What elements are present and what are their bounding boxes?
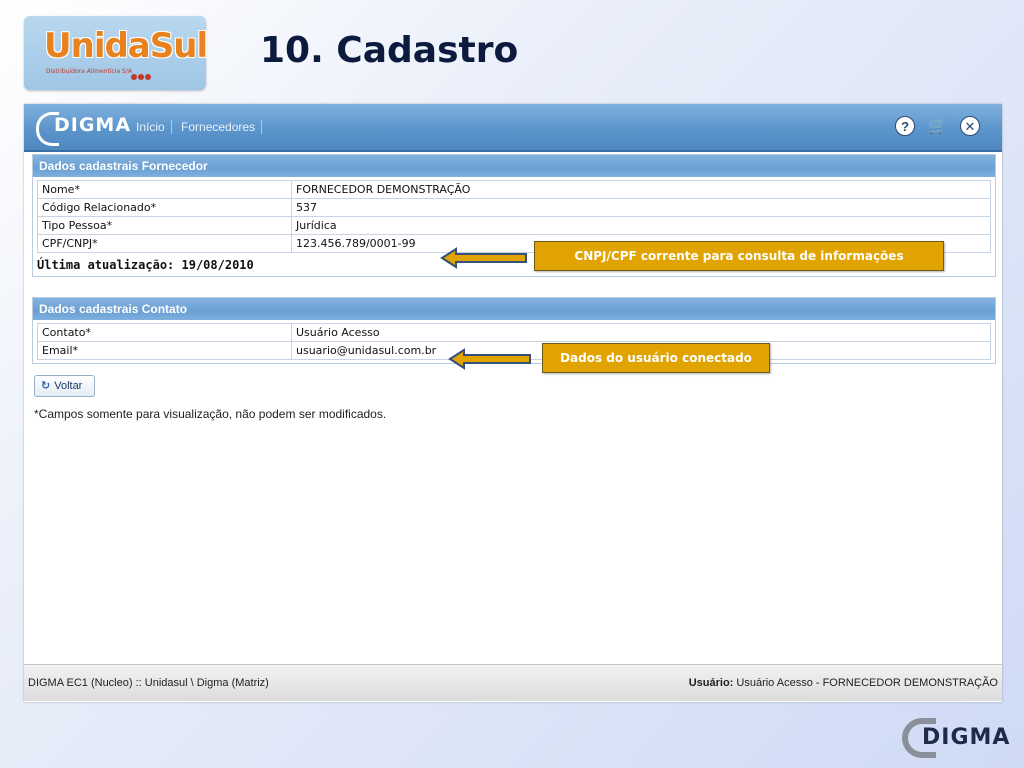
logo-dots: [131, 67, 152, 85]
arrow-left-icon: [440, 247, 527, 269]
table-row: Tipo Pessoa* Jurídica: [37, 216, 991, 235]
field-label-email: Email*: [37, 341, 292, 360]
digma-brand[interactable]: DIGMA: [38, 114, 131, 140]
app-window: DIGMA Início Fornecedores ? 🛒 ✕ Dados ca…: [24, 104, 1002, 702]
nav-menu: Início Fornecedores: [130, 120, 263, 134]
callout-user: Dados do usuário conectado: [542, 343, 770, 373]
slide-title: 10. Cadastro: [260, 30, 519, 71]
back-button[interactable]: ↻ Voltar: [34, 375, 96, 397]
status-system-info: DIGMA EC1 (Nucleo) :: Unidasul \ Digma (…: [28, 677, 269, 689]
unidasul-logo: UnidaSul Distribuidora Alimentícia S/A: [24, 16, 208, 90]
field-label-cpf-cnpj: CPF/CNPJ*: [37, 234, 292, 253]
top-navbar: DIGMA Início Fornecedores ? 🛒 ✕: [24, 104, 1002, 152]
readonly-note: *Campos somente para visualização, não p…: [34, 407, 387, 421]
field-value-contato: Usuário Acesso: [291, 323, 991, 342]
field-label-tipo-pessoa: Tipo Pessoa*: [37, 216, 292, 235]
brand-text: DIGMA: [54, 114, 132, 136]
status-user-label: Usuário:: [688, 677, 734, 689]
arrow-left-icon: [448, 348, 531, 370]
table-row: Nome* FORNECEDOR DEMONSTRAÇÃO: [37, 180, 991, 199]
nav-item-inicio[interactable]: Início: [130, 120, 172, 134]
field-label-codigo: Código Relacionado*: [37, 198, 292, 217]
field-value-nome: FORNECEDOR DEMONSTRAÇÃO: [291, 180, 991, 199]
table-row: Contato* Usuário Acesso: [37, 323, 991, 342]
close-icon[interactable]: ✕: [960, 116, 980, 136]
logo-subtitle: Distribuidora Alimentícia S/A: [46, 68, 132, 75]
status-bar: DIGMA EC1 (Nucleo) :: Unidasul \ Digma (…: [24, 664, 1002, 701]
back-arrow-icon: ↻: [41, 380, 51, 392]
field-value-tipo-pessoa: Jurídica: [291, 216, 991, 235]
back-button-label: Voltar: [54, 380, 83, 392]
field-label-nome: Nome*: [37, 180, 292, 199]
callout-cnpj: CNPJ/CPF corrente para consulta de infor…: [534, 241, 944, 271]
field-value-codigo: 537: [291, 198, 991, 217]
nav-item-fornecedores[interactable]: Fornecedores: [175, 120, 263, 134]
fornecedor-panel-title: Dados cadastrais Fornecedor: [33, 155, 995, 177]
help-icon[interactable]: ?: [895, 116, 916, 136]
status-user-info: Usuário: Usuário Acesso - FORNECEDOR DEM…: [689, 677, 998, 689]
contato-panel-title: Dados cadastrais Contato: [33, 298, 995, 320]
digma-footer-text: DIGMA: [922, 725, 1011, 750]
status-user-value: Usuário Acesso - FORNECEDOR DEMONSTRAÇÃO: [736, 677, 998, 689]
cart-icon[interactable]: 🛒: [928, 117, 948, 137]
table-row: Código Relacionado* 537: [37, 198, 991, 217]
digma-footer-logo: DIGMA: [902, 716, 1022, 762]
field-label-contato: Contato*: [37, 323, 292, 342]
toolbar-icons: ? 🛒 ✕: [887, 116, 980, 137]
logo-text: UnidaSul: [44, 26, 208, 66]
